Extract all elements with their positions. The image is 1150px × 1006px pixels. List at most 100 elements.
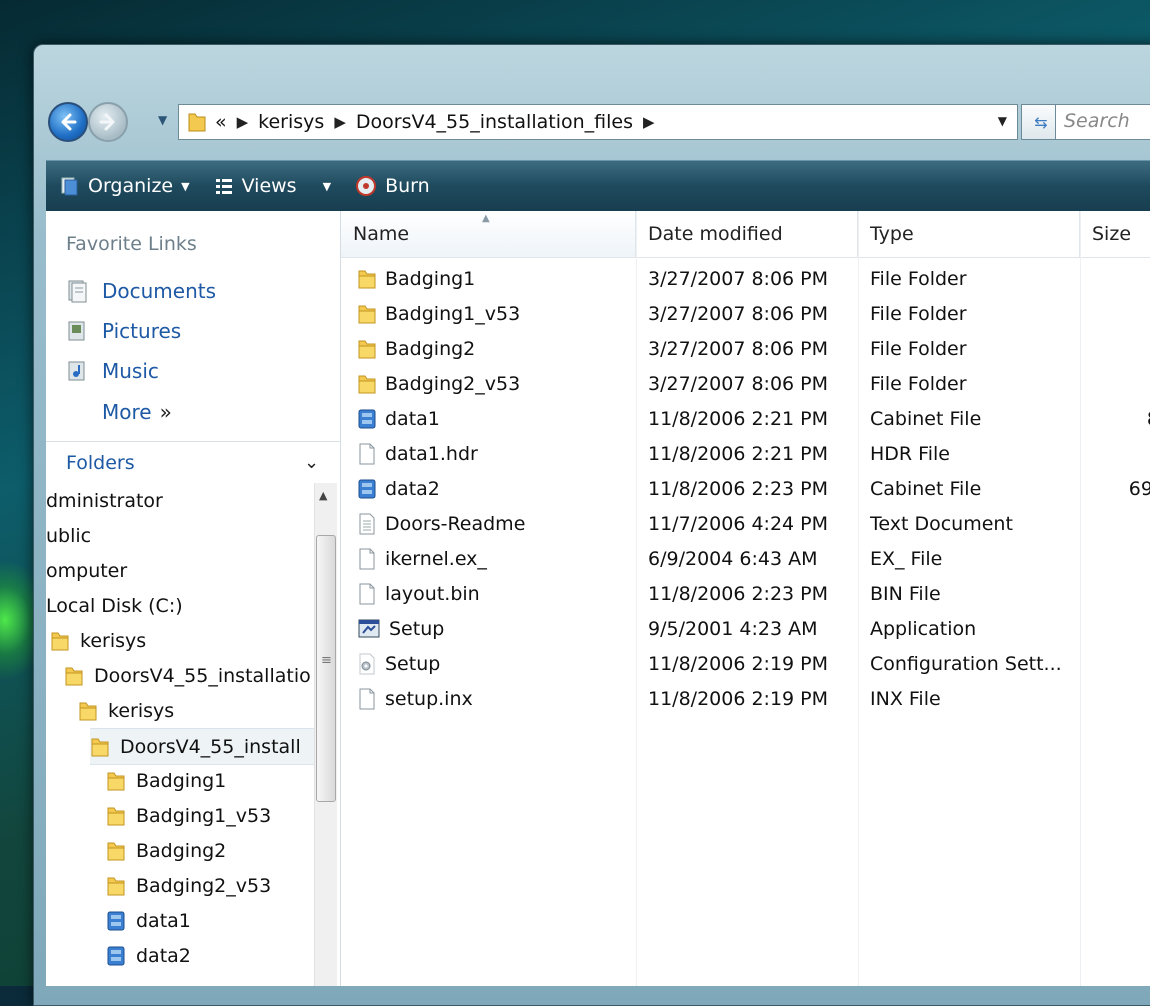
file-size bbox=[1069, 611, 1150, 646]
file-name: Badging1_v53 bbox=[385, 302, 521, 325]
folder-tree-label: kerisys bbox=[108, 699, 175, 722]
file-row[interactable]: data2 11/8/2006 2:23 PM Cabinet File 69, bbox=[341, 471, 1150, 506]
documents-icon bbox=[68, 280, 87, 303]
file-type: File Folder bbox=[870, 267, 967, 290]
column-header-name[interactable]: Name ▲ bbox=[341, 211, 636, 257]
folder-tree-item[interactable]: DoorsV4_55_installatio bbox=[64, 658, 311, 693]
search-input[interactable]: Search bbox=[1055, 104, 1150, 140]
folder-tree-item[interactable]: Badging1 bbox=[106, 763, 226, 798]
folder-icon bbox=[357, 267, 377, 291]
file-row[interactable]: data1.hdr 11/8/2006 2:21 PM HDR File bbox=[341, 436, 1150, 471]
address-overflow[interactable]: « bbox=[215, 111, 227, 133]
file-size bbox=[1069, 506, 1150, 541]
column-header-label: Type bbox=[870, 223, 914, 245]
file-row[interactable]: Setup 9/5/2001 4:23 AM Application bbox=[341, 611, 1150, 646]
file-type: Configuration Sett... bbox=[870, 652, 1062, 675]
favorite-link-music[interactable]: Music bbox=[66, 359, 159, 383]
file-name: setup.inx bbox=[385, 687, 473, 710]
recent-pages-dropdown-icon[interactable]: ▼ bbox=[158, 113, 167, 127]
file-name: data1.hdr bbox=[385, 442, 478, 465]
folder-tree-item[interactable]: kerisys bbox=[50, 623, 146, 658]
address-bar[interactable]: « ▶ kerisys ▶ DoorsV4_55_installation_fi… bbox=[178, 104, 1018, 140]
file-row[interactable]: data1 11/8/2006 2:21 PM Cabinet File 8 bbox=[341, 401, 1150, 436]
folder-tree-label: kerisys bbox=[80, 629, 147, 652]
folder-tree-item[interactable]: data2 bbox=[106, 938, 191, 973]
breadcrumb-separator-icon[interactable]: ▶ bbox=[334, 113, 346, 131]
navigation-pane: Favorite Links Documents Pictures Music … bbox=[46, 211, 341, 986]
folder-tree-label: Local Disk (C:) bbox=[46, 594, 183, 617]
pictures-icon bbox=[68, 321, 85, 341]
navigation-bar: ▼ « ▶ kerisys ▶ DoorsV4_55_installation_… bbox=[48, 98, 1150, 150]
folder-tree-scrollbar[interactable]: ▲ ≡ bbox=[314, 483, 337, 986]
file-icon bbox=[357, 687, 377, 711]
file-row[interactable]: Badging1_v53 3/27/2007 8:06 PM File Folder bbox=[341, 296, 1150, 331]
file-size bbox=[1069, 331, 1150, 366]
file-date-modified: 11/8/2006 2:23 PM bbox=[648, 477, 829, 500]
organize-button[interactable]: Organize ▼ bbox=[60, 175, 190, 197]
file-name: data1 bbox=[385, 407, 440, 430]
file-name-cell: Badging1_v53 bbox=[357, 296, 520, 331]
views-button[interactable]: Views ▼ bbox=[214, 175, 331, 197]
file-type: File Folder bbox=[870, 372, 967, 395]
views-label: Views bbox=[241, 175, 297, 197]
file-type: BIN File bbox=[870, 582, 941, 605]
file-icon bbox=[357, 547, 377, 571]
file-type: Text Document bbox=[870, 512, 1013, 535]
folder-tree-label: DoorsV4_55_installatio bbox=[94, 664, 311, 687]
file-size bbox=[1069, 261, 1150, 296]
folder-tree-item[interactable]: DoorsV4_55_install bbox=[90, 728, 314, 765]
column-header-type[interactable]: Type bbox=[858, 211, 1080, 257]
favorite-link-pictures[interactable]: Pictures bbox=[66, 319, 181, 343]
refresh-icon: ⇆ bbox=[1034, 112, 1048, 132]
scroll-up-arrow-icon[interactable]: ▲ bbox=[319, 489, 327, 502]
organize-label: Organize bbox=[88, 175, 174, 197]
back-button[interactable] bbox=[48, 102, 88, 142]
file-name: layout.bin bbox=[385, 582, 480, 605]
file-row[interactable]: Doors-Readme 11/7/2006 4:24 PM Text Docume… bbox=[341, 506, 1150, 541]
file-name: Badging2 bbox=[385, 337, 476, 360]
folder-tree-item[interactable]: Local Disk (C:) bbox=[46, 588, 183, 623]
folder-icon bbox=[357, 337, 377, 361]
file-row[interactable]: Badging1 3/27/2007 8:06 PM File Folder bbox=[341, 261, 1150, 296]
folder-tree-item[interactable]: Badging1_v53 bbox=[106, 798, 271, 833]
views-dropdown-icon: ▼ bbox=[322, 179, 332, 193]
file-date-modified: 3/27/2007 8:06 PM bbox=[648, 337, 829, 360]
breadcrumb-installation-files[interactable]: DoorsV4_55_installation_files bbox=[356, 111, 633, 133]
file-row[interactable]: layout.bin 11/8/2006 2:23 PM BIN File bbox=[341, 576, 1150, 611]
file-row[interactable]: Badging2_v53 3/27/2007 8:06 PM File Folder bbox=[341, 366, 1150, 401]
breadcrumb-separator-icon[interactable]: ▶ bbox=[643, 113, 655, 131]
double-chevron-icon: » bbox=[159, 400, 172, 424]
back-arrow-icon bbox=[61, 113, 77, 131]
file-row[interactable]: Badging2 3/27/2007 8:06 PM File Folder bbox=[341, 331, 1150, 366]
scrollbar-thumb[interactable]: ≡ bbox=[316, 535, 336, 802]
folder-tree-item[interactable]: Badging2 bbox=[106, 833, 226, 868]
file-size bbox=[1069, 366, 1150, 401]
burn-button[interactable]: Burn bbox=[355, 175, 430, 197]
file-row[interactable]: setup.inx 11/8/2006 2:19 PM INX File bbox=[341, 681, 1150, 716]
forward-button[interactable] bbox=[88, 102, 128, 142]
folder-tree-item[interactable]: ublic bbox=[46, 518, 91, 553]
column-header-date-modified[interactable]: Date modified bbox=[636, 211, 858, 257]
more-links-button[interactable]: More » bbox=[102, 400, 172, 424]
folder-tree-item[interactable]: data1 bbox=[106, 903, 191, 938]
file-name-cell: Setup bbox=[357, 611, 444, 646]
file-name-cell: data2 bbox=[357, 471, 440, 506]
folder-icon bbox=[106, 804, 126, 828]
favorite-link-documents[interactable]: Documents bbox=[66, 279, 216, 303]
folder-tree-item[interactable]: Badging2_v53 bbox=[106, 868, 271, 903]
organize-icon bbox=[61, 177, 78, 196]
column-header-size[interactable]: Size bbox=[1080, 211, 1150, 257]
file-row[interactable]: ikernel.ex_ 6/9/2004 6:43 AM EX_ File bbox=[341, 541, 1150, 576]
folders-header[interactable]: Folders ⌄ bbox=[46, 441, 340, 481]
folder-tree-item[interactable]: dministrator bbox=[46, 483, 163, 518]
folder-icon bbox=[106, 839, 126, 863]
breadcrumb-kerisys[interactable]: kerisys bbox=[258, 111, 324, 133]
folder-tree-item[interactable]: kerisys bbox=[78, 693, 174, 728]
file-icon bbox=[357, 442, 377, 466]
folder-tree-item[interactable]: omputer bbox=[46, 553, 127, 588]
favorite-link-label: Documents bbox=[102, 279, 217, 303]
file-size: 69, bbox=[1128, 477, 1150, 500]
address-dropdown-icon[interactable]: ▼ bbox=[998, 114, 1007, 128]
file-row[interactable]: Setup 11/8/2006 2:19 PM Configuration Sett… bbox=[341, 646, 1150, 681]
music-icon bbox=[68, 361, 85, 381]
